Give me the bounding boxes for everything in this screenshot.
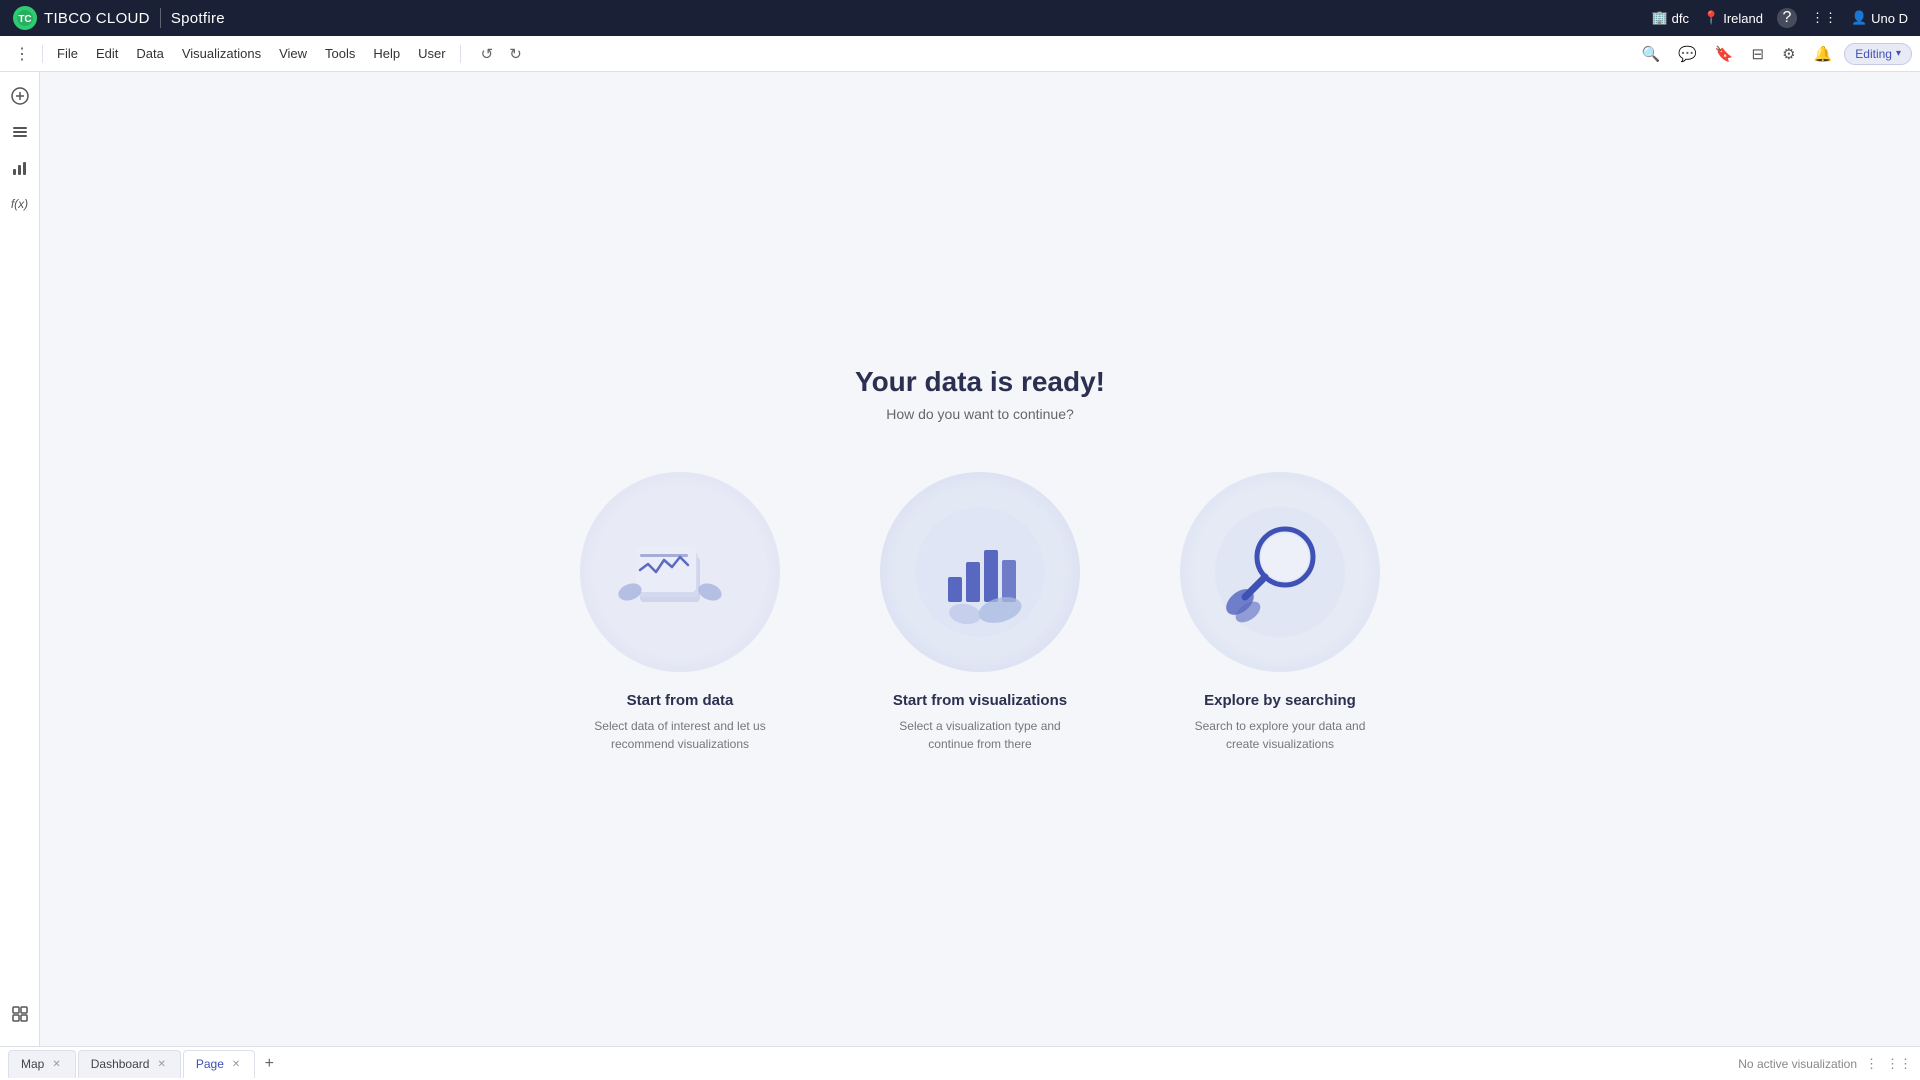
location-pin-icon: 📍 (1703, 10, 1719, 26)
menu-help[interactable]: Help (365, 42, 408, 65)
viz-illustration-svg (910, 502, 1050, 642)
grid-icon: ⋮⋮ (1811, 10, 1837, 26)
content-area: Your data is ready! How do you want to c… (40, 72, 1920, 1046)
card-3-desc: Search to explore your data and create v… (1180, 717, 1380, 753)
tab-dashboard-close[interactable]: ✕ (155, 1058, 167, 1071)
tab-dashboard-label: Dashboard (91, 1057, 150, 1071)
card-3-title: Explore by searching (1204, 692, 1356, 709)
card-3-illustration (1180, 472, 1380, 672)
tab-map[interactable]: Map ✕ (8, 1050, 76, 1078)
cards-row: Start from data Select data of interest … (550, 472, 1410, 753)
svg-text:TC: TC (18, 14, 31, 25)
sidebar-bottom (4, 998, 36, 1038)
tab-bar-grid-icon[interactable]: ⋮⋮ (1886, 1056, 1912, 1072)
menu-tools[interactable]: Tools (317, 42, 363, 65)
top-bar: TC TIBCO CLOUD Spotfire 🏢 dfc 📍 Ireland … (0, 0, 1920, 36)
menu-visualizations[interactable]: Visualizations (174, 42, 269, 65)
top-bar-right: 🏢 dfc 📍 Ireland ? ⋮⋮ 👤 Uno D (1651, 8, 1908, 28)
data-illustration-svg (610, 502, 750, 642)
grid-icon (11, 1005, 29, 1023)
formula-icon: f(x) (11, 197, 28, 211)
help-icon: ? (1777, 8, 1797, 28)
card-1-title: Start from data (627, 692, 734, 709)
user-icon: 👤 (1851, 10, 1867, 26)
help-item[interactable]: ? (1777, 8, 1797, 28)
status-label: No active visualization (1738, 1057, 1857, 1071)
tab-map-close[interactable]: ✕ (50, 1058, 62, 1071)
notifications-icon[interactable]: 🔔 (1808, 41, 1839, 67)
sidebar-formula-button[interactable]: f(x) (4, 188, 36, 220)
redo-button[interactable]: ↻ (503, 41, 528, 67)
menu-data[interactable]: Data (128, 42, 171, 65)
card-1-desc: Select data of interest and let us recom… (580, 717, 780, 753)
menu-actions: ↺ ↻ (475, 41, 528, 67)
chevron-down-icon: ▾ (1896, 48, 1901, 59)
menu-bar: ⋮ File Edit Data Visualizations View Too… (0, 36, 1920, 72)
tab-bar: Map ✕ Dashboard ✕ Page ✕ + No active vis… (0, 1046, 1920, 1080)
tab-bar-menu-icon[interactable]: ⋮ (1865, 1056, 1878, 1072)
tab-page[interactable]: Page ✕ (183, 1050, 255, 1078)
comments-icon[interactable]: 💬 (1672, 41, 1703, 67)
user-profile-item[interactable]: 👤 Uno D (1851, 10, 1908, 26)
user-org-item[interactable]: 🏢 dfc (1651, 10, 1689, 26)
top-bar-divider (160, 8, 161, 28)
sidebar-grid-button[interactable] (4, 998, 36, 1030)
menu-user[interactable]: User (410, 42, 453, 65)
user-org-label: dfc (1672, 11, 1689, 26)
tibco-logo-icon: TC (12, 5, 38, 31)
grid-apps-item[interactable]: ⋮⋮ (1811, 10, 1837, 26)
bookmark-icon[interactable]: 🔖 (1709, 41, 1740, 67)
card-start-from-data[interactable]: Start from data Select data of interest … (550, 472, 810, 753)
editing-label: Editing (1855, 47, 1892, 61)
tab-page-label: Page (196, 1057, 224, 1071)
card-2-title: Start from visualizations (893, 692, 1067, 709)
card-2-desc: Select a visualization type and continue… (880, 717, 1080, 753)
menu-sep (42, 45, 43, 63)
location-item[interactable]: 📍 Ireland (1703, 10, 1763, 26)
settings-icon[interactable]: ⚙ (1776, 41, 1801, 67)
undo-button[interactable]: ↺ (475, 41, 500, 67)
hero-subtitle: How do you want to continue? (886, 406, 1074, 422)
menu-dots-button[interactable]: ⋮ (8, 40, 36, 68)
menu-view[interactable]: View (271, 42, 315, 65)
sidebar-add-button[interactable] (4, 80, 36, 112)
app-name: TIBCO CLOUD (44, 10, 150, 27)
tab-add-button[interactable]: + (257, 1052, 281, 1076)
card-explore-by-searching[interactable]: Explore by searching Search to explore y… (1150, 472, 1410, 753)
logo-area[interactable]: TC TIBCO CLOUD Spotfire (12, 5, 225, 31)
chart-icon (11, 159, 29, 177)
location-label: Ireland (1723, 11, 1763, 26)
menu-edit[interactable]: Edit (88, 42, 126, 65)
filter-icon[interactable]: ⊟ (1746, 41, 1771, 67)
tab-page-close[interactable]: ✕ (230, 1058, 242, 1071)
search-icon[interactable]: 🔍 (1635, 41, 1666, 67)
layers-icon (11, 123, 29, 141)
main-layout: f(x) Your data is ready! How do you want… (0, 72, 1920, 1046)
menu-file[interactable]: File (49, 42, 86, 65)
tab-map-label: Map (21, 1057, 44, 1071)
hero-title: Your data is ready! (855, 366, 1105, 398)
search-illustration-svg (1210, 502, 1350, 642)
sidebar-chart-button[interactable] (4, 152, 36, 184)
tab-bar-right: No active visualization ⋮ ⋮⋮ (1738, 1056, 1912, 1072)
menu-bar-right: 🔍 💬 🔖 ⊟ ⚙ 🔔 Editing ▾ (1635, 41, 1912, 67)
card-start-from-visualizations[interactable]: Start from visualizations Select a visua… (850, 472, 1110, 753)
card-1-illustration (580, 472, 780, 672)
editing-badge[interactable]: Editing ▾ (1844, 43, 1912, 65)
sidebar: f(x) (0, 72, 40, 1046)
tab-dashboard[interactable]: Dashboard ✕ (78, 1050, 181, 1078)
sidebar-layers-button[interactable] (4, 116, 36, 148)
plus-icon (11, 87, 29, 105)
menu-sep-2 (460, 45, 461, 63)
building-icon: 🏢 (1651, 10, 1667, 26)
card-2-illustration (880, 472, 1080, 672)
user-name-label: Uno D (1871, 11, 1908, 26)
product-name: Spotfire (171, 10, 225, 27)
